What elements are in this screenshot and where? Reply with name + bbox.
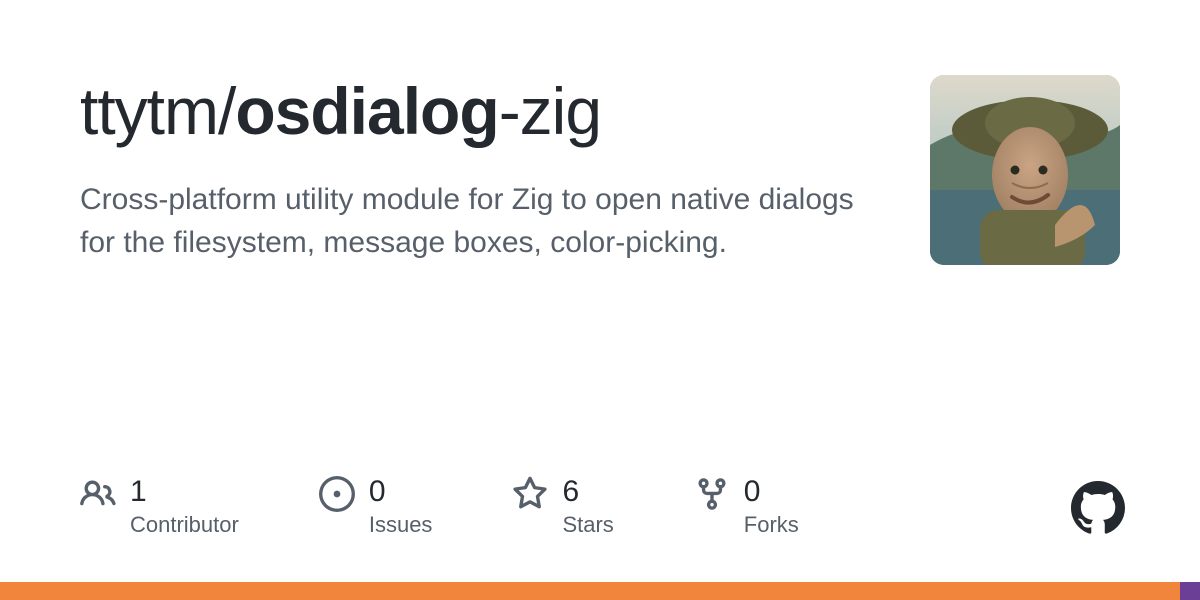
stars-label: Stars xyxy=(562,512,613,538)
contributors-label: Contributor xyxy=(130,512,239,538)
fork-icon xyxy=(694,476,730,512)
people-icon xyxy=(80,476,116,512)
github-logo-icon xyxy=(1071,481,1125,535)
stat-issues: 0 Issues xyxy=(319,474,433,538)
issues-count: 0 xyxy=(369,474,433,510)
repo-owner: ttytm xyxy=(80,74,218,148)
repo-separator: / xyxy=(218,74,235,148)
issue-icon xyxy=(319,476,355,512)
contributors-count: 1 xyxy=(130,474,239,510)
stars-count: 6 xyxy=(562,474,613,510)
forks-count: 0 xyxy=(744,474,799,510)
language-bar xyxy=(0,582,1200,600)
stat-stars: 6 Stars xyxy=(512,474,613,538)
language-segment-1 xyxy=(0,582,1180,600)
stats-row: 1 Contributor 0 Issues 6 Stars 0 Forks xyxy=(80,474,799,538)
repo-description: Cross-platform utility module for Zig to… xyxy=(80,178,890,265)
stat-forks: 0 Forks xyxy=(694,474,799,538)
stat-contributors: 1 Contributor xyxy=(80,474,239,538)
star-icon xyxy=(512,476,548,512)
repo-name: osdialog xyxy=(235,74,498,148)
repo-name-suffix: -zig xyxy=(499,74,601,148)
language-segment-2 xyxy=(1180,582,1200,600)
issues-label: Issues xyxy=(369,512,433,538)
repo-title: ttytm/osdialog-zig xyxy=(80,75,890,148)
avatar xyxy=(930,75,1120,265)
forks-label: Forks xyxy=(744,512,799,538)
